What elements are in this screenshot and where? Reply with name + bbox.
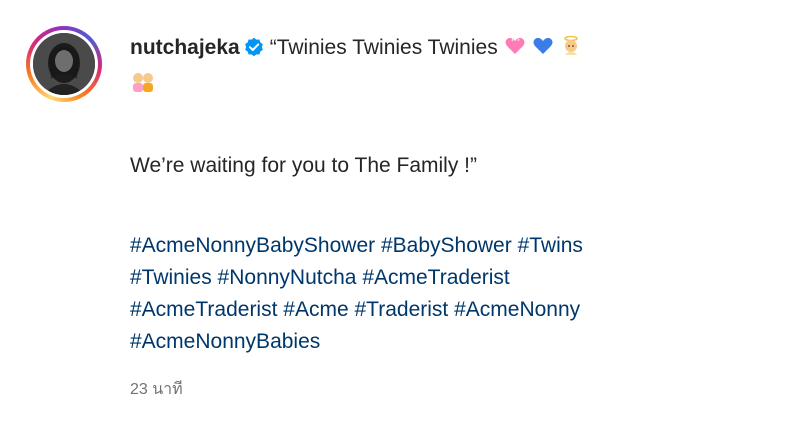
hashtag-link[interactable]: #Acme: [283, 298, 348, 321]
hashtag-line: #Twinies #NonnyNutcha #AcmeTraderist: [130, 262, 730, 294]
avatar-photo: [33, 33, 95, 95]
pink-heart-icon: [504, 35, 526, 67]
hashtag-line: #AcmeTraderist #Acme #Traderist #AcmeNon…: [130, 294, 730, 326]
hashtag-link[interactable]: #NonnyNutcha: [218, 266, 357, 289]
caption-body: nutchajeka “Twinies Twinies Twinies We’re…: [130, 32, 730, 400]
two-babies-icon: [130, 70, 156, 102]
caption-line-1: nutchajeka “Twinies Twinies Twinies: [130, 32, 730, 102]
username-link[interactable]: nutchajeka: [130, 36, 240, 59]
hashtag-link[interactable]: #AcmeNonnyBabies: [130, 330, 320, 353]
hashtag-link[interactable]: #AcmeNonny: [454, 298, 580, 321]
verified-badge-icon: [244, 35, 264, 67]
hashtag-link[interactable]: #Twins: [518, 234, 583, 257]
post-timestamp[interactable]: 23 นาที: [130, 380, 730, 400]
hashtag-block: #AcmeNonnyBabyShower #BabyShower #Twins …: [130, 230, 730, 358]
caption-line-2: We’re waiting for you to The Family !”: [130, 154, 478, 177]
caption-text-1: “Twinies Twinies Twinies: [269, 36, 498, 59]
hashtag-link[interactable]: #AcmeNonnyBabyShower: [130, 234, 375, 257]
avatar[interactable]: [26, 26, 102, 102]
hashtag-link[interactable]: #Twinies: [130, 266, 212, 289]
hashtag-link[interactable]: #BabyShower: [381, 234, 512, 257]
hashtag-link[interactable]: #Traderist: [354, 298, 448, 321]
hashtag-link[interactable]: #AcmeTraderist: [130, 298, 277, 321]
hashtag-line: #AcmeNonnyBabyShower #BabyShower #Twins: [130, 230, 730, 262]
baby-angel-icon: [560, 35, 582, 67]
post-caption: nutchajeka “Twinies Twinies Twinies We’re…: [0, 0, 800, 434]
hashtag-link[interactable]: #AcmeTraderist: [362, 266, 509, 289]
blue-heart-icon: [532, 35, 554, 67]
hashtag-line: #AcmeNonnyBabies: [130, 326, 730, 358]
